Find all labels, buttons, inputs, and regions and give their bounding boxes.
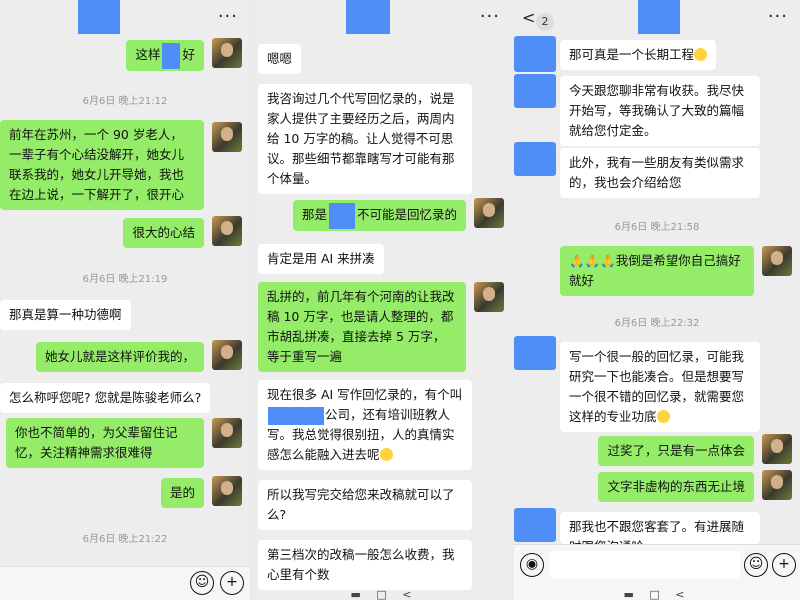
message-bubble[interactable]: 所以我写完交给您来改稿就可以了么? — [258, 480, 472, 530]
message-bubble[interactable]: 文字非虚构的东西无止境 — [598, 472, 754, 502]
input-bar: ☺ + — [0, 566, 250, 600]
timestamp: 6月6日 晚上21:19 — [82, 274, 168, 285]
redacted-contact-name — [346, 0, 390, 34]
my-avatar[interactable] — [212, 122, 242, 152]
message-bubble[interactable]: 那可真是一个长期工程 — [560, 40, 717, 70]
emoji-icon[interactable]: ☺ — [744, 553, 768, 577]
my-avatar[interactable] — [762, 434, 792, 464]
message-bubble[interactable]: 她女儿就是这样评价我的， — [35, 342, 204, 372]
chat-header: < 2 ··· — [514, 0, 800, 36]
message-bubble[interactable]: 这样好 — [126, 40, 204, 71]
message-bubble[interactable]: 是的 — [160, 478, 204, 508]
my-avatar[interactable] — [474, 198, 504, 228]
recent-apps-icon[interactable]: ▬ — [350, 588, 366, 600]
redacted-contact-name — [78, 0, 120, 34]
message-bubble[interactable]: 乱拼的，前几年有个河南的让我改稿 10 万字，也是请人整理的，都市胡乱拼凑，直接… — [258, 282, 466, 372]
contact-avatar[interactable] — [514, 336, 556, 370]
timestamp: 6月6日 晚上22:32 — [614, 318, 700, 329]
my-avatar[interactable] — [212, 340, 242, 370]
timestamp: 6月6日 晚上21:22 — [82, 534, 168, 545]
message-bubble[interactable]: 前年在苏州，一个 90 岁老人，一辈子有个心结没解开，她女儿联系我的，她女儿开导… — [0, 120, 204, 210]
message-bubble[interactable]: 现在很多 AI 写作回忆录的，有个叫公司，还有培训班教人写。我总觉得很别扭，人的… — [258, 380, 472, 470]
message-bubble[interactable]: 写一个很一般的回忆录，可能我研究一下也能凑合。但是想要写一个很不错的回忆录，就需… — [560, 342, 760, 432]
emoji-icon — [379, 448, 393, 461]
chat-panel-3: < 2 ··· 那可真是一个长期工程 今天跟您聊非常有收获。我尽快开始写，等我确… — [514, 0, 800, 600]
message-bubble[interactable]: 今天跟您聊非常有收获。我尽快开始写，等我确认了大致的篇幅就给您付定金。 — [560, 76, 760, 146]
back-icon[interactable]: < — [402, 588, 417, 600]
message-bubble[interactable]: 过奖了，只是有一点体会 — [598, 436, 754, 466]
system-nav-bar: ▬ □ < — [256, 588, 512, 600]
chat-panel-1: ··· 这样好 6月6日 晚上21:12 前年在苏州，一个 90 岁老人，一辈子… — [0, 0, 250, 600]
pray-emoji-icon: 🙏🙏🙏 — [569, 253, 616, 268]
back-icon[interactable]: < — [522, 8, 535, 27]
message-bubble[interactable]: 很大的心结 — [123, 218, 204, 248]
timestamp: 6月6日 晚上21:58 — [614, 222, 700, 233]
contact-avatar[interactable] — [514, 142, 556, 176]
plus-icon[interactable]: + — [220, 571, 244, 595]
message-bubble[interactable]: 你也不简单的，为父辈留住记忆，关注精神需求很难得 — [6, 418, 204, 468]
home-icon[interactable]: □ — [649, 588, 665, 600]
emoji-icon — [656, 410, 670, 423]
contact-avatar[interactable] — [514, 508, 556, 542]
my-avatar[interactable] — [762, 246, 792, 276]
redacted-text — [268, 406, 324, 425]
message-bubble[interactable]: 🙏🙏🙏我倒是希望你自己搞好就好 — [560, 246, 754, 296]
redacted-text — [162, 42, 181, 69]
timestamp: 6月6日 晚上21:12 — [82, 96, 168, 107]
message-bubble[interactable]: 我咨询过几个代写回忆录的，说是家人提供了主要经历之后，两周内给 10 万字的稿。… — [258, 84, 472, 194]
message-bubble[interactable]: 那真是算一种功德啊 — [0, 300, 131, 330]
message-bubble[interactable]: 嗯嗯 — [258, 44, 302, 74]
contact-avatar[interactable] — [514, 74, 556, 108]
home-icon[interactable]: □ — [376, 588, 392, 600]
chat-header: ··· — [0, 0, 250, 36]
plus-icon[interactable]: + — [772, 553, 796, 577]
system-nav-bar: ▬ □ < — [514, 588, 800, 600]
voice-icon[interactable]: ◉ — [520, 553, 544, 577]
message-bubble[interactable]: 那是 不可能是回忆录的 — [292, 200, 466, 231]
message-bubble[interactable]: 肯定是用 AI 来拼凑 — [258, 244, 384, 274]
more-menu-icon[interactable]: ··· — [218, 6, 238, 27]
redacted-text — [328, 202, 355, 229]
my-avatar[interactable] — [474, 282, 504, 312]
redacted-contact-name — [638, 0, 680, 34]
message-bubble[interactable]: 那我也不跟您客套了。有进展随时跟您沟通哈 — [560, 512, 760, 544]
more-menu-icon[interactable]: ··· — [480, 6, 500, 27]
my-avatar[interactable] — [212, 38, 242, 68]
emoji-icon[interactable]: ☺ — [190, 571, 214, 595]
contact-avatar[interactable] — [514, 36, 556, 72]
my-avatar[interactable] — [212, 216, 242, 246]
message-bubble[interactable]: 怎么称呼您呢? 您就是陈骏老师么? — [0, 383, 211, 413]
emoji-icon — [694, 48, 708, 61]
my-avatar[interactable] — [212, 418, 242, 448]
message-bubble[interactable]: 第三档次的改稿一般怎么收费，我心里有个数 — [258, 540, 472, 590]
message-input[interactable] — [550, 551, 740, 579]
chat-panel-2: ··· 嗯嗯 我咨询过几个代写回忆录的，说是家人提供了主要经历之后，两周内给 1… — [256, 0, 512, 600]
back-icon[interactable]: < — [675, 588, 690, 600]
recent-apps-icon[interactable]: ▬ — [623, 588, 639, 600]
input-bar: ◉ ☺ + ▬ □ < — [514, 544, 800, 600]
my-avatar[interactable] — [762, 470, 792, 500]
message-bubble[interactable]: 此外，我有一些朋友有类似需求的，我也会介绍给您 — [560, 148, 760, 198]
chat-header: ··· — [256, 0, 512, 36]
my-avatar[interactable] — [212, 476, 242, 506]
unread-count-badge: 2 — [536, 13, 554, 31]
more-menu-icon[interactable]: ··· — [768, 6, 788, 27]
